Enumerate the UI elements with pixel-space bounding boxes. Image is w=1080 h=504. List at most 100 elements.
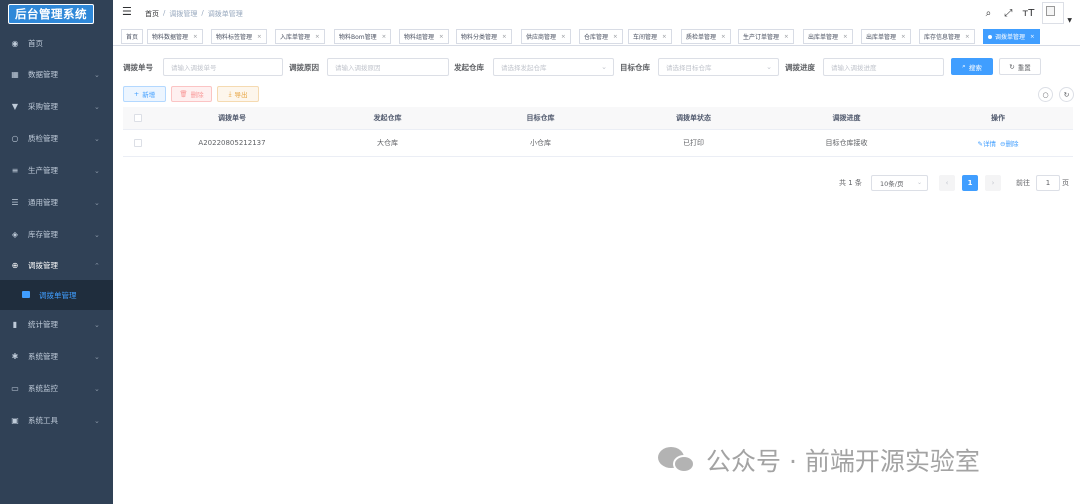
tag-label: 物料Bom管理 [339, 34, 377, 41]
tag-item[interactable]: 入库单管理 × [275, 29, 325, 44]
avatar[interactable] [1042, 2, 1065, 24]
target-warehouse-select[interactable]: 请选择目标仓库 ⌄ [658, 58, 779, 76]
tag-label: 物料组管理 [404, 34, 435, 41]
prev-page-button[interactable]: ‹ [939, 175, 955, 191]
transfer-no-label: 调拨单号 [123, 63, 153, 72]
sidebar-item-monitor[interactable]: ▭ 系统监控 ⌄ [0, 373, 113, 404]
search-button-label: 搜索 [968, 63, 982, 72]
tag-item[interactable]: 出库单管理 × [861, 29, 911, 44]
close-icon[interactable]: × [721, 34, 726, 40]
page-size-select[interactable]: 10条/页 ⌄ [871, 175, 928, 191]
close-icon[interactable]: × [662, 34, 667, 40]
close-icon[interactable]: × [1030, 34, 1035, 40]
goto-page-input[interactable]: 1 [1036, 175, 1060, 191]
close-icon[interactable]: × [315, 34, 320, 40]
breadcrumb-item[interactable]: 首页 [145, 9, 159, 19]
sidebar-item-home[interactable]: ◉ 首页 [0, 28, 113, 59]
tag-item[interactable]: 物料Bom管理 × [334, 29, 392, 44]
hamburger-icon[interactable]: ☰ [122, 6, 132, 17]
close-icon[interactable]: × [193, 34, 198, 40]
close-icon[interactable]: × [613, 34, 618, 40]
tag-item[interactable]: 质检单管理 × [681, 29, 731, 44]
export-button[interactable]: ⤓ 导出 [217, 86, 259, 102]
close-icon[interactable]: × [382, 34, 387, 40]
select-all-checkbox[interactable] [134, 114, 142, 122]
tag-home[interactable]: 首页 [121, 29, 144, 44]
tag-label: 车间管理 [633, 34, 658, 41]
app-logo[interactable]: 后台管理系统 [8, 4, 94, 24]
sidebar-subitem-transfer-orders[interactable]: 调拨单管理 [0, 280, 113, 310]
sidebar-item-production[interactable]: ≡ 生产管理 ⌄ [0, 155, 113, 186]
tag-item[interactable]: 库存信息管理 × [919, 29, 975, 44]
breadcrumb-item: 调拨管理 [169, 10, 198, 18]
search-button[interactable]: ⌕ 搜索 [951, 58, 993, 75]
sidebar-item-label: 系统工具 [28, 416, 58, 425]
sidebar-item-inventory[interactable]: ◈ 库存管理 ⌄ [0, 219, 113, 250]
close-icon[interactable]: × [561, 34, 566, 40]
chevron-down-icon: ⌄ [601, 63, 607, 71]
sidebar-item-stats[interactable]: ▮ 统计管理 ⌄ [0, 309, 113, 340]
close-icon[interactable]: × [843, 34, 848, 40]
sidebar-item-purchase[interactable]: ▼ 采购管理 ⌄ [0, 91, 113, 122]
detail-link[interactable]: ✎详情 [978, 138, 996, 148]
reset-button[interactable]: ↻ 重置 [999, 58, 1041, 75]
tag-item[interactable]: 物料标签管理 × [211, 29, 267, 44]
transfer-no-input[interactable]: 请输入调拨单号 [163, 58, 283, 76]
tag-item[interactable]: 物料数据管理 × [147, 29, 203, 44]
select-all-cell [123, 107, 153, 129]
row-checkbox[interactable] [134, 139, 142, 147]
plus-icon: + [133, 90, 140, 98]
document-icon [22, 291, 30, 298]
tag-item-active[interactable]: 调拨单管理 × [983, 29, 1040, 44]
close-icon[interactable]: × [965, 34, 970, 40]
tag-label: 库存信息管理 [924, 34, 961, 41]
sidebar-item-quality[interactable]: ○ 质检管理 ⌄ [0, 123, 113, 154]
watermark-text: 公众号 · 前端开源实验室 [706, 447, 980, 476]
column-header: 调拨单状态 [676, 114, 711, 122]
reason-input[interactable]: 请输入调拨原因 [327, 58, 449, 76]
add-button[interactable]: + 新增 [123, 86, 166, 102]
close-icon[interactable]: × [502, 34, 507, 40]
fullscreen-icon[interactable]: ⤢ [1002, 8, 1014, 19]
tag-item[interactable]: 物料分类管理 × [456, 29, 512, 44]
close-icon[interactable]: × [439, 34, 444, 40]
toggle-search-button[interactable]: ○ [1038, 87, 1053, 102]
close-icon[interactable]: × [784, 34, 789, 40]
tag-item[interactable]: 仓库管理 × [579, 29, 623, 44]
export-button-label: 导出 [234, 91, 248, 99]
search-icon: ○ [1042, 90, 1049, 99]
close-icon[interactable]: × [257, 34, 262, 40]
search-icon[interactable]: ⌕ [982, 8, 994, 19]
source-warehouse-label: 发起仓库 [454, 63, 484, 72]
tag-item[interactable]: 供应商管理 × [521, 29, 571, 44]
page-number-button[interactable]: 1 [962, 175, 978, 191]
tag-label: 物料数据管理 [152, 34, 189, 41]
delete-button[interactable]: 🗑 删除 [171, 86, 212, 102]
tag-label: 出库单管理 [808, 34, 839, 41]
chevron-down-icon: ⌄ [94, 198, 100, 207]
caret-down-icon[interactable]: ▼ [1067, 17, 1072, 24]
pagination-total: 共 1 条 [839, 179, 862, 187]
sidebar-item-data[interactable]: ▦ 数据管理 ⌄ [0, 59, 113, 90]
sidebar-item-tools[interactable]: ▣ 系统工具 ⌄ [0, 405, 113, 436]
sidebar-item-system[interactable]: ✱ 系统管理 ⌄ [0, 341, 113, 372]
tag-item[interactable]: 车间管理 × [628, 29, 672, 44]
tag-item[interactable]: 物料组管理 × [399, 29, 449, 44]
sidebar-item-transfer[interactable]: ⊕ 调拨管理 ⌃ [0, 250, 113, 281]
add-button-label: 新增 [142, 91, 156, 99]
source-warehouse-select[interactable]: 请选择发起仓库 ⌄ [493, 58, 614, 76]
delete-link[interactable]: ⊖删除 [1000, 138, 1018, 148]
table-row[interactable]: A20220805212137 大仓库 小仓库 已打印 目标仓库接收 ✎详情 ⊖… [123, 130, 1073, 157]
close-icon[interactable]: × [901, 34, 906, 40]
tag-item[interactable]: 生产订单管理 × [738, 29, 794, 44]
next-page-button[interactable]: › [985, 175, 1001, 191]
chevron-right-icon: › [991, 179, 995, 187]
sidebar-item-label: 质检管理 [28, 134, 58, 143]
sidebar-item-general[interactable]: ☰ 通用管理 ⌄ [0, 187, 113, 218]
sidebar-item-label: 数据管理 [28, 70, 58, 79]
progress-input[interactable]: 请输入调拨进度 [823, 58, 944, 76]
tag-item[interactable]: 出库单管理 × [803, 29, 853, 44]
refresh-button[interactable]: ↻ [1059, 87, 1074, 102]
sidebar-item-label: 通用管理 [28, 198, 58, 207]
font-size-icon[interactable]: тT [1022, 8, 1034, 19]
